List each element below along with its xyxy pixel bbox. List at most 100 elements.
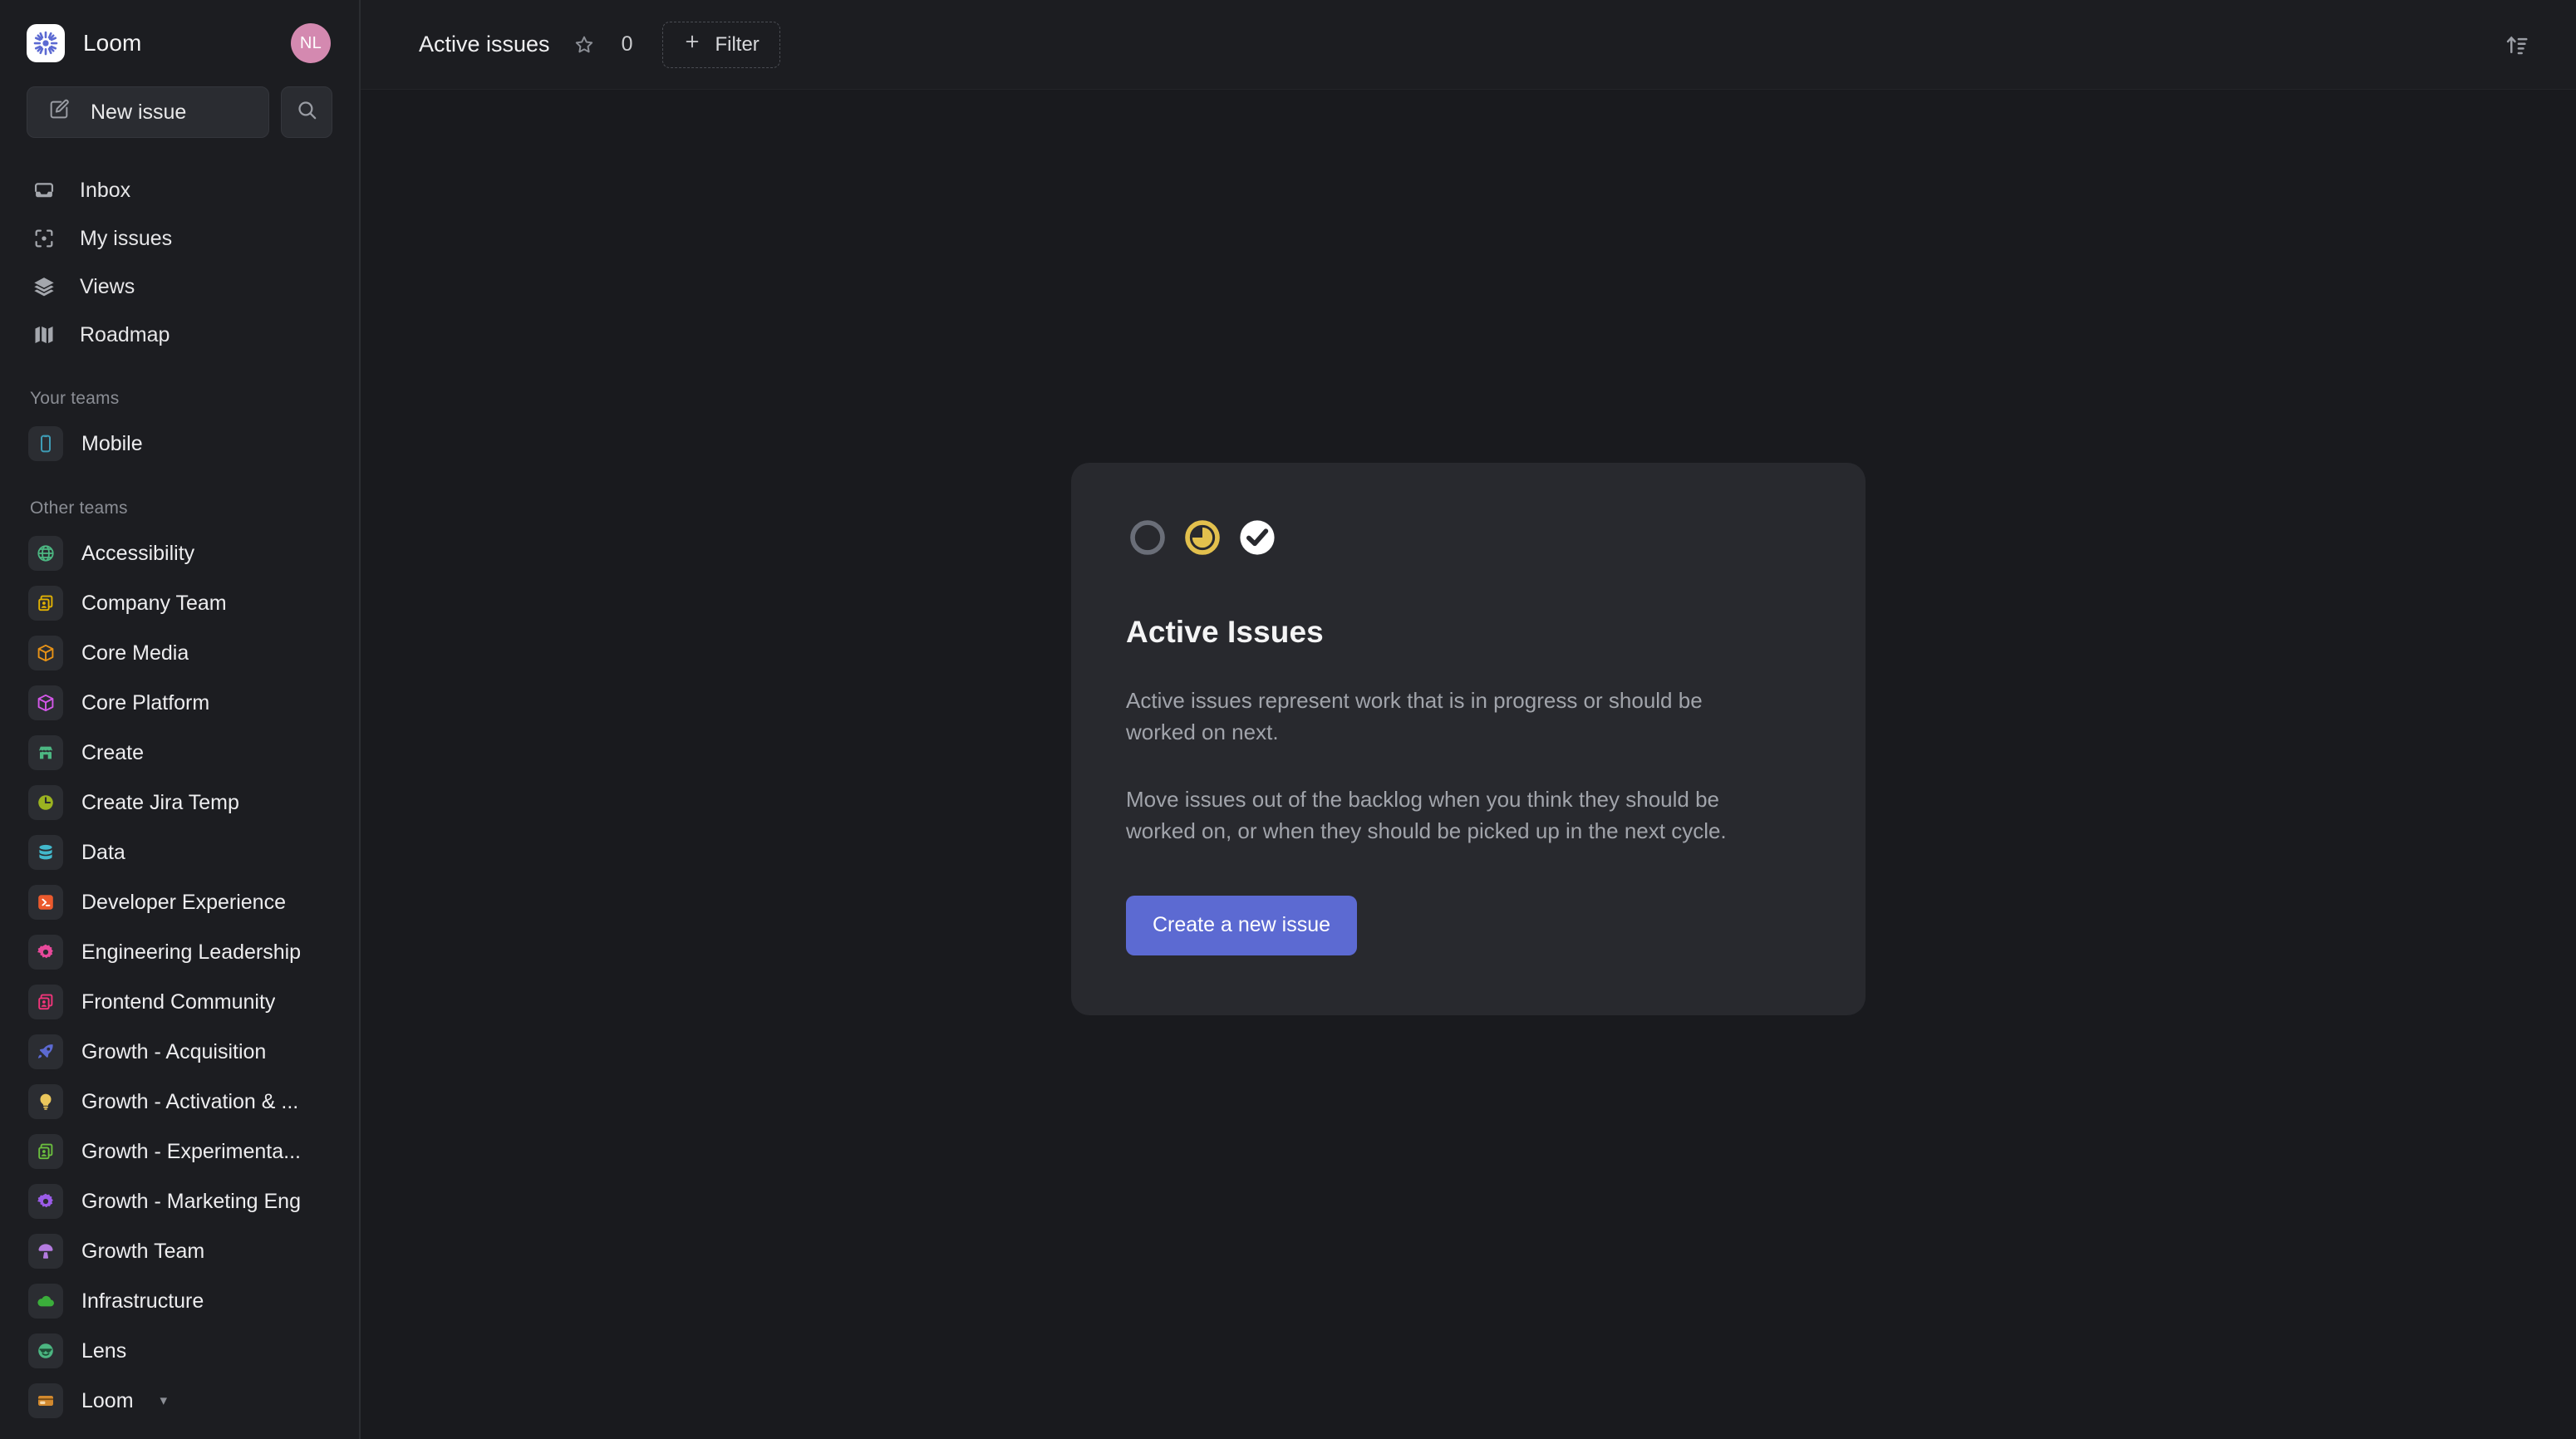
sidebar-item-roadmap[interactable]: Roadmap [27, 311, 332, 359]
filter-button[interactable]: Filter [662, 22, 779, 68]
cloud-icon [28, 1284, 63, 1319]
sidebar-item-label: Roadmap [80, 323, 170, 347]
lightbulb-icon [28, 1084, 63, 1119]
primary-nav: Inbox My issues [20, 166, 339, 359]
clock-icon [28, 785, 63, 820]
sidebar-item-mobile[interactable]: Mobile [27, 419, 332, 469]
empty-state-paragraph-2: Move issues out of the backlog when you … [1126, 783, 1733, 847]
rocket-icon [28, 1034, 63, 1069]
pencil-square-icon [47, 98, 71, 127]
new-issue-label: New issue [91, 101, 186, 125]
new-issue-button[interactable]: New issue [27, 86, 269, 138]
search-icon [296, 99, 318, 125]
filter-label: Filter [715, 33, 759, 56]
terminal-icon [28, 885, 63, 920]
mushroom-icon [28, 1234, 63, 1269]
todo-circle-icon [1126, 516, 1169, 563]
sidebar-item-label: Growth - Experimenta... [81, 1140, 301, 1164]
page-title: Active issues [419, 32, 550, 57]
sidebar-item-label: Growth - Activation & ... [81, 1090, 298, 1114]
sidebar-item-lens[interactable]: Lens [27, 1326, 332, 1376]
search-button[interactable] [281, 86, 332, 138]
other-teams-list: Accessibility Company Team [20, 528, 339, 1426]
sidebar-item-frontend-community[interactable]: Frontend Community [27, 977, 332, 1027]
sidebar-item-growth-experimentation[interactable]: Growth - Experimenta... [27, 1127, 332, 1176]
empty-state-card: Active Issues Active issues represent wo… [1071, 463, 1866, 1015]
star-outline-icon[interactable] [573, 34, 595, 56]
contact-card-icon [28, 985, 63, 1019]
sidebar-item-label: Create [81, 741, 144, 765]
sidebar-item-views[interactable]: Views [27, 263, 332, 311]
your-teams-label: Your teams [20, 389, 339, 409]
sidebar-item-growth-team[interactable]: Growth Team [27, 1226, 332, 1276]
sidebar-item-label: Frontend Community [81, 990, 275, 1014]
empty-state-title: Active Issues [1126, 615, 1811, 650]
in-progress-circle-icon [1181, 516, 1224, 563]
sidebar-item-company-team[interactable]: Company Team [27, 578, 332, 628]
other-teams-label: Other teams [20, 498, 339, 518]
status-icon-group [1126, 516, 1811, 563]
sidebar-item-label: Infrastructure [81, 1289, 204, 1314]
cube-icon [28, 636, 63, 670]
sidebar-item-label: My issues [80, 227, 172, 251]
done-check-circle-icon [1236, 516, 1279, 563]
cube-icon [28, 685, 63, 720]
sidebar-item-label: Growth - Marketing Eng [81, 1190, 301, 1214]
sidebar-item-label: Core Platform [81, 691, 209, 715]
sidebar-item-inbox[interactable]: Inbox [27, 166, 332, 214]
sidebar-item-core-platform[interactable]: Core Platform [27, 678, 332, 728]
sidebar-item-label: Company Team [81, 592, 227, 616]
contact-card-icon [28, 586, 63, 621]
storefront-icon [28, 735, 63, 770]
sidebar-item-label: Growth - Acquisition [81, 1040, 266, 1064]
sidebar: Loom NL New issue [0, 0, 361, 1439]
layers-icon [30, 275, 58, 298]
phone-icon [28, 426, 63, 461]
main-content: Active issues 0 Filter [361, 0, 2576, 1439]
topbar: Active issues 0 Filter [361, 0, 2576, 90]
avatar[interactable]: NL [291, 23, 331, 63]
sidebar-actions: New issue [20, 86, 339, 138]
sidebar-item-data[interactable]: Data [27, 828, 332, 877]
gear-icon [28, 935, 63, 970]
sidebar-item-create-jira-temp[interactable]: Create Jira Temp [27, 778, 332, 828]
sunburst-icon [27, 24, 65, 62]
sidebar-item-accessibility[interactable]: Accessibility [27, 528, 332, 578]
content-canvas: Active Issues Active issues represent wo… [361, 90, 2576, 1439]
sidebar-item-my-issues[interactable]: My issues [27, 214, 332, 263]
inbox-icon [30, 179, 58, 202]
sidebar-item-label: Views [80, 275, 135, 299]
sidebar-item-label: Loom [81, 1389, 134, 1413]
sunglasses-face-icon [28, 1333, 63, 1368]
sidebar-item-infrastructure[interactable]: Infrastructure [27, 1276, 332, 1326]
sidebar-item-growth-activation[interactable]: Growth - Activation & ... [27, 1077, 332, 1127]
sidebar-item-label: Mobile [81, 432, 143, 456]
sidebar-item-label: Create Jira Temp [81, 791, 239, 815]
database-icon [28, 835, 63, 870]
sidebar-item-create[interactable]: Create [27, 728, 332, 778]
sidebar-item-growth-acquisition[interactable]: Growth - Acquisition [27, 1027, 332, 1077]
create-new-issue-button[interactable]: Create a new issue [1126, 896, 1357, 955]
sidebar-item-label: Core Media [81, 641, 189, 665]
gear-icon [28, 1184, 63, 1219]
map-icon [30, 323, 58, 346]
sidebar-item-engineering-leadership[interactable]: Engineering Leadership [27, 927, 332, 977]
sidebar-item-loom[interactable]: Loom ▾ [27, 1376, 332, 1426]
sidebar-item-developer-experience[interactable]: Developer Experience [27, 877, 332, 927]
your-teams-list: Mobile [20, 419, 339, 469]
plus-icon [683, 32, 701, 56]
sidebar-item-label: Growth Team [81, 1240, 204, 1264]
globe-icon [28, 536, 63, 571]
contact-card-icon [28, 1134, 63, 1169]
sort-ascending-icon[interactable] [2505, 32, 2529, 57]
chevron-down-icon[interactable]: ▾ [160, 1392, 168, 1409]
issue-count: 0 [622, 32, 633, 56]
sidebar-item-label: Lens [81, 1339, 126, 1363]
workspace-header[interactable]: Loom NL [20, 0, 339, 86]
sidebar-item-growth-marketing-eng[interactable]: Growth - Marketing Eng [27, 1176, 332, 1226]
sidebar-item-label: Accessibility [81, 542, 194, 566]
sidebar-scroll[interactable]: Inbox My issues [20, 166, 339, 1439]
sidebar-item-label: Inbox [80, 179, 130, 203]
sidebar-item-core-media[interactable]: Core Media [27, 628, 332, 678]
sidebar-item-label: Data [81, 841, 125, 865]
